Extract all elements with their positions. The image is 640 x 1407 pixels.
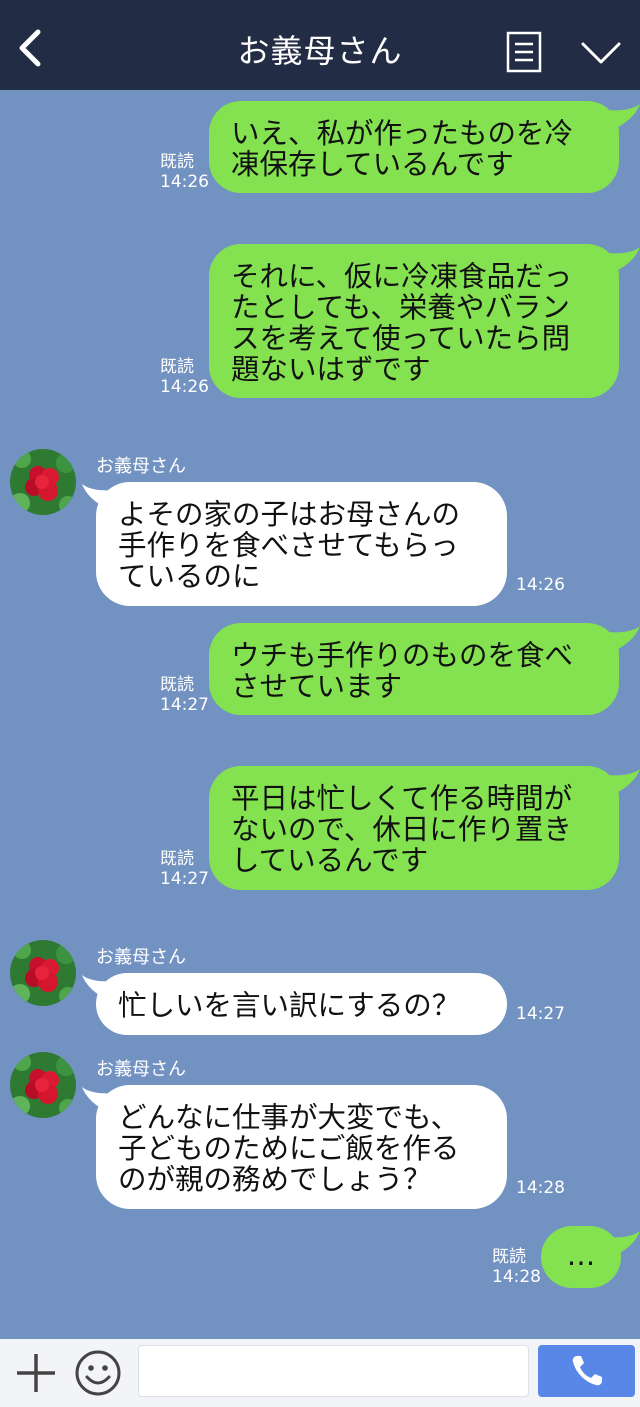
read-receipt: 既読 14:26 [160,152,209,192]
flower-avatar-icon [10,940,76,1006]
chat-header: お義母さん [0,0,640,90]
plus-icon[interactable] [14,1351,58,1395]
message-bubble[interactable]: … [541,1226,621,1288]
avatar[interactable] [10,449,76,515]
chevron-down-icon[interactable] [580,40,622,66]
message-time: 14:27 [516,1004,565,1024]
message-bubble[interactable]: 平日は忙しくて作る時間が ないので、休日に作り置き しているんです [209,766,619,890]
chat-title: お義母さん [237,32,403,70]
sender-name: お義母さん [96,947,186,968]
message-bubble[interactable]: いえ、私が作ったものを冷 凍保存しているんです [209,101,619,193]
sender-name: お義母さん [96,1059,186,1080]
phone-icon [572,1356,602,1386]
read-receipt: 既読 14:26 [160,357,209,397]
avatar[interactable] [10,940,76,1006]
message-bubble[interactable]: どんなに仕事が大変でも、 子どものためにご飯を作る のが親の務めでしょう？ [96,1085,507,1209]
message-bubble[interactable]: よその家の子はお母さんの 手作りを食べさせてもらっ ているのに [96,482,507,606]
smile-icon[interactable] [74,1349,122,1397]
flower-avatar-icon [10,449,76,515]
flower-avatar-icon [10,1052,76,1118]
message-bubble[interactable]: 忙しいを言い訳にするの？ [96,973,507,1035]
sender-name: お義母さん [96,456,186,477]
menu-icon[interactable] [506,31,542,73]
avatar[interactable] [10,1052,76,1118]
call-button[interactable] [538,1345,635,1397]
message-bubble[interactable]: ウチも手作りのものを食べ させています [209,623,619,715]
message-time: 14:26 [516,575,565,595]
read-receipt: 既読 14:27 [160,675,209,715]
message-input[interactable] [138,1345,529,1397]
message-bubble[interactable]: それに、仮に冷凍食品だっ たとしても、栄養やバラン スを考えて使っていたら問 題… [209,244,619,398]
input-bar [0,1339,640,1407]
read-receipt: 既読 14:27 [160,849,209,889]
read-receipt: 既読 14:28 [492,1247,541,1287]
message-time: 14:28 [516,1178,565,1198]
